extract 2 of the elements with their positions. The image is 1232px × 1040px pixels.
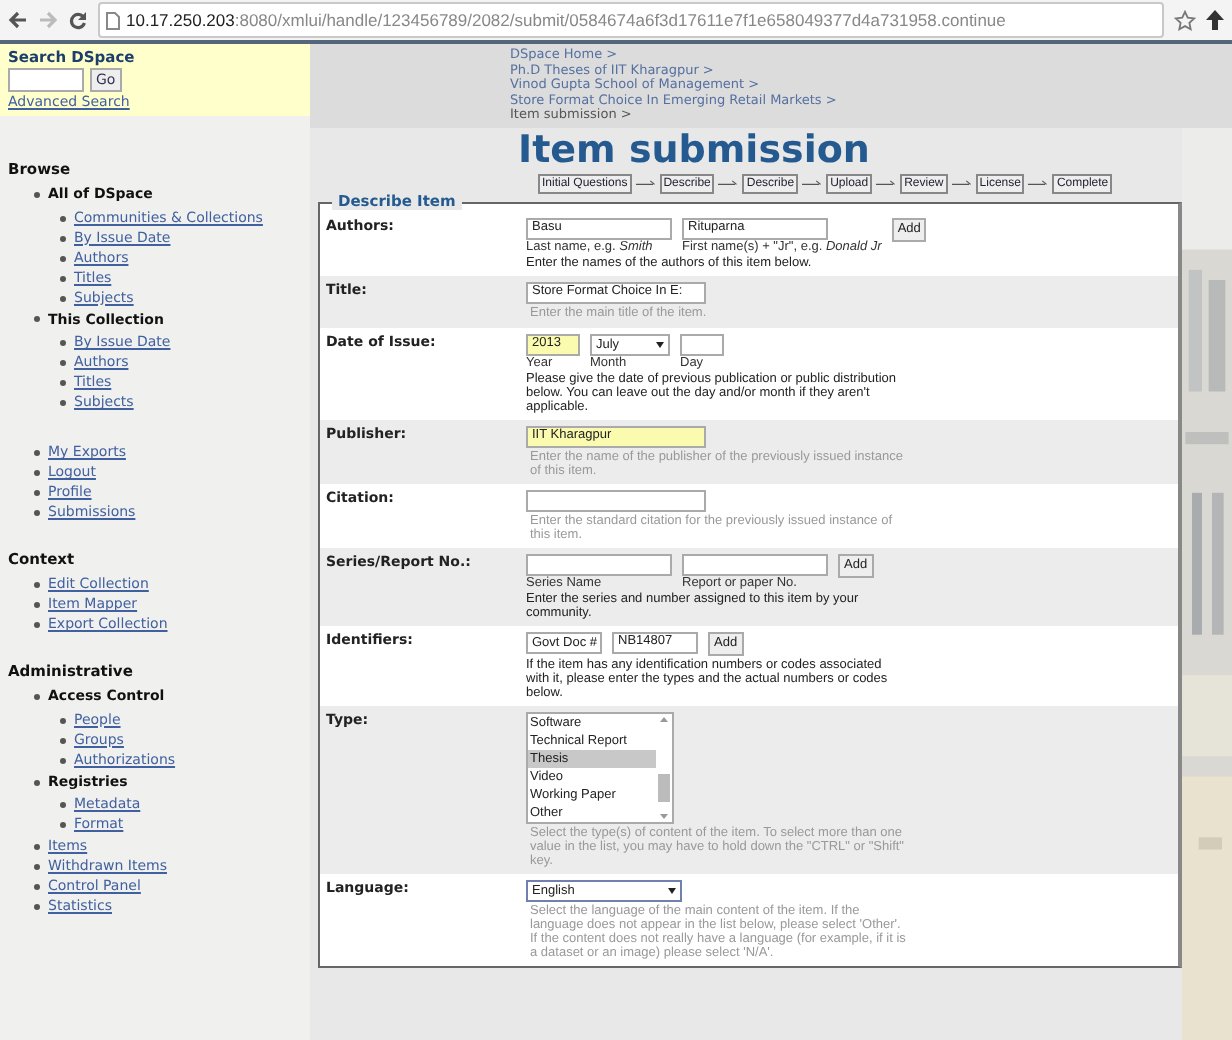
- address-field[interactable]: 10.17.250.203:8080/xmlui/handle/123456789/2082/submit/0584674a6f3d17611e7f1e658049377d4a731958.continue: [98, 2, 1164, 38]
- page-title: Item submission: [518, 127, 870, 172]
